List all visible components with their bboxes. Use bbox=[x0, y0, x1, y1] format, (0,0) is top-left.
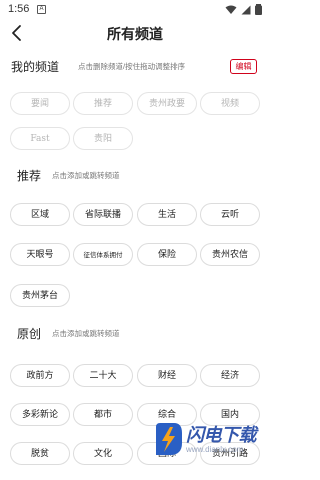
channel-item[interactable]: 贵州农信 bbox=[200, 243, 260, 266]
status-bar: 1:56 A bbox=[0, 0, 270, 20]
my-channels-title: 我的频道 bbox=[11, 60, 60, 74]
channel-item[interactable]: 文化 bbox=[73, 442, 133, 465]
channel-item[interactable]: 多彩新论 bbox=[10, 403, 70, 426]
channel-item[interactable]: 天眼号 bbox=[10, 243, 70, 266]
channel-item[interactable]: 二十大 bbox=[73, 364, 133, 387]
channel-item[interactable]: 财经 bbox=[137, 364, 197, 387]
channel-item[interactable]: 政前方 bbox=[10, 364, 70, 387]
watermark-name: 闪电下载 bbox=[186, 425, 257, 445]
channel-item[interactable]: 都市 bbox=[73, 403, 133, 426]
channel-item[interactable]: 保险 bbox=[137, 243, 197, 266]
my-channel-item[interactable]: Fast bbox=[10, 127, 70, 150]
my-channels-header: 我的频道 点击删除频道/按住拖动调整排序 编辑 bbox=[0, 58, 270, 78]
recommend-header: 推荐 点击添加或跳转频道 bbox=[0, 167, 270, 187]
original-hint: 点击添加或跳转频道 bbox=[52, 329, 120, 338]
app-notification-icon: A bbox=[37, 5, 46, 14]
recommend-hint: 点击添加或跳转频道 bbox=[52, 171, 120, 180]
edit-button[interactable]: 编辑 bbox=[230, 59, 257, 74]
header: 所有频道 bbox=[0, 20, 270, 48]
my-channel-item[interactable]: 贵阳 bbox=[73, 127, 133, 150]
channel-item[interactable]: 生活 bbox=[137, 203, 197, 226]
my-channel-item[interactable]: 要闻 bbox=[10, 92, 70, 115]
my-channels-hint: 点击删除频道/按住拖动调整排序 bbox=[78, 62, 186, 71]
signal-icon bbox=[241, 5, 251, 14]
channel-item[interactable]: 云听 bbox=[200, 203, 260, 226]
lightning-logo-icon bbox=[156, 423, 182, 455]
status-time: 1:56 bbox=[8, 3, 30, 15]
channel-item[interactable]: 省际联播 bbox=[73, 203, 133, 226]
channel-item[interactable]: 区域 bbox=[10, 203, 70, 226]
original-title: 原创 bbox=[17, 327, 42, 341]
recommend-title: 推荐 bbox=[17, 169, 42, 183]
battery-icon bbox=[255, 4, 262, 15]
watermark: 闪电下载 www.dianlx.com bbox=[150, 415, 268, 467]
page-title: 所有频道 bbox=[107, 27, 163, 43]
channel-item[interactable]: 征信体系拥付 bbox=[73, 243, 133, 266]
my-channel-item[interactable]: 贵州政要 bbox=[137, 92, 197, 115]
my-channel-item[interactable]: 推荐 bbox=[73, 92, 133, 115]
my-channel-item[interactable]: 视频 bbox=[200, 92, 260, 115]
watermark-url: www.dianlx.com bbox=[186, 445, 244, 454]
channel-item[interactable]: 脱贫 bbox=[10, 442, 70, 465]
original-header: 原创 点击添加或跳转频道 bbox=[0, 325, 270, 345]
wifi-icon bbox=[225, 5, 237, 14]
channel-item[interactable]: 贵州茅台 bbox=[10, 284, 70, 307]
channel-item[interactable]: 经济 bbox=[200, 364, 260, 387]
